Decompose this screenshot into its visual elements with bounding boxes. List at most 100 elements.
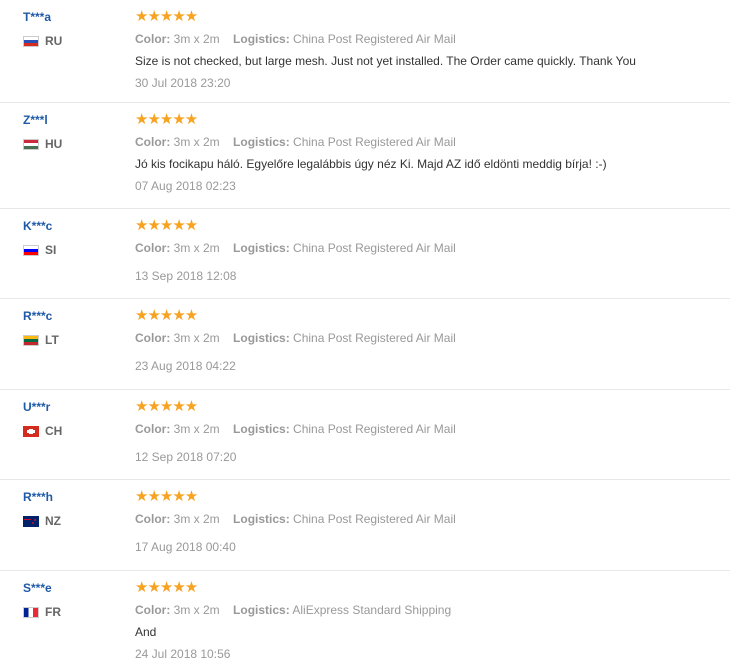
star-rating: ★★★★★ (135, 488, 198, 505)
nz-flag-icon (23, 515, 39, 527)
reviewer-country: NZ (23, 514, 123, 528)
reviewer-info: U***r CH (23, 400, 123, 438)
logistics-label: Logistics: (233, 512, 290, 526)
color-label: Color: (135, 32, 171, 46)
review-text: And (135, 625, 157, 639)
reviewer-country: RU (23, 34, 123, 48)
color-value: 3m x 2m (173, 512, 220, 526)
review-item: R***c LT ★★★★★ Color: 3m x 2m Logistics:… (0, 299, 730, 390)
reviewer-name[interactable]: R***h (23, 490, 123, 504)
review-content: ★★★★★ Color: 3m x 2m Logistics: China Po… (135, 111, 720, 194)
review-date: 17 Aug 2018 00:40 (135, 540, 236, 554)
logistics-value: China Post Registered Air Mail (293, 135, 456, 149)
country-code: CH (45, 424, 63, 438)
country-code: RU (45, 34, 63, 48)
star-rating: ★★★★★ (135, 307, 198, 324)
logistics-label: Logistics: (233, 135, 290, 149)
review-meta: Color: 3m x 2m Logistics: China Post Reg… (135, 134, 720, 150)
reviewer-country: FR (23, 605, 123, 619)
review-content: ★★★★★ Color: 3m x 2m Logistics: China Po… (135, 307, 720, 374)
logistics-value: China Post Registered Air Mail (293, 422, 456, 436)
review-meta: Color: 3m x 2m Logistics: China Post Reg… (135, 421, 720, 437)
fr-flag-icon (23, 606, 39, 618)
logistics-value: China Post Registered Air Mail (293, 241, 456, 255)
review-text: Jó kis focikapu háló. Egyelőre legalábbi… (135, 157, 607, 171)
review-text: Size is not checked, but large mesh. Jus… (135, 54, 636, 68)
star-rating: ★★★★★ (135, 217, 198, 234)
review-date: 24 Jul 2018 10:56 (135, 647, 231, 661)
reviewer-info: K***c SI (23, 219, 123, 257)
reviewer-country: CH (23, 424, 123, 438)
lt-flag-icon (23, 334, 39, 346)
review-content: ★★★★★ Color: 3m x 2m Logistics: China Po… (135, 217, 720, 284)
color-label: Color: (135, 603, 171, 617)
review-item: K***c SI ★★★★★ Color: 3m x 2m Logistics:… (0, 209, 730, 299)
reviewer-country: HU (23, 137, 123, 151)
review-date: 12 Sep 2018 07:20 (135, 450, 237, 464)
review-item: Z***l HU ★★★★★ Color: 3m x 2m Logistics:… (0, 103, 730, 209)
country-code: SI (45, 243, 57, 257)
reviewer-country: SI (23, 243, 123, 257)
review-meta: Color: 3m x 2m Logistics: China Post Reg… (135, 511, 720, 527)
logistics-label: Logistics: (233, 331, 290, 345)
reviewer-name[interactable]: Z***l (23, 113, 123, 127)
color-label: Color: (135, 135, 171, 149)
review-item: U***r CH ★★★★★ Color: 3m x 2m Logistics:… (0, 390, 730, 480)
country-code: LT (45, 333, 59, 347)
review-date: 30 Jul 2018 23:20 (135, 76, 231, 90)
reviewer-info: R***h NZ (23, 490, 123, 528)
ru-flag-icon (23, 35, 39, 47)
color-value: 3m x 2m (173, 331, 220, 345)
star-rating: ★★★★★ (135, 111, 198, 128)
country-code: NZ (45, 514, 61, 528)
reviewer-info: R***c LT (23, 309, 123, 347)
review-meta: Color: 3m x 2m Logistics: China Post Reg… (135, 240, 720, 256)
color-value: 3m x 2m (173, 241, 220, 255)
reviewer-info: Z***l HU (23, 113, 123, 151)
reviewer-name[interactable]: S***e (23, 581, 123, 595)
reviewer-name[interactable]: T***a (23, 10, 123, 24)
review-content: ★★★★★ Color: 3m x 2m Logistics: China Po… (135, 8, 720, 91)
review-content: ★★★★★ Color: 3m x 2m Logistics: China Po… (135, 488, 720, 555)
color-value: 3m x 2m (173, 32, 220, 46)
hu-flag-icon (23, 138, 39, 150)
reviewer-info: T***a RU (23, 10, 123, 48)
review-content: ★★★★★ Color: 3m x 2m Logistics: AliExpre… (135, 579, 720, 662)
logistics-value: China Post Registered Air Mail (293, 331, 456, 345)
color-label: Color: (135, 331, 171, 345)
reviewer-info: S***e FR (23, 581, 123, 619)
logistics-label: Logistics: (233, 422, 290, 436)
reviewer-name[interactable]: U***r (23, 400, 123, 414)
color-value: 3m x 2m (173, 135, 220, 149)
country-code: HU (45, 137, 63, 151)
review-item: R***h NZ ★★★★★ Color: 3m x 2m Logistics:… (0, 480, 730, 571)
star-rating: ★★★★★ (135, 398, 198, 415)
star-rating: ★★★★★ (135, 8, 198, 25)
review-meta: Color: 3m x 2m Logistics: China Post Reg… (135, 330, 720, 346)
review-item: T***a RU ★★★★★ Color: 3m x 2m Logistics:… (0, 0, 730, 103)
color-value: 3m x 2m (173, 603, 220, 617)
reviewer-name[interactable]: R***c (23, 309, 123, 323)
logistics-value: China Post Registered Air Mail (293, 32, 456, 46)
review-item: S***e FR ★★★★★ Color: 3m x 2m Logistics:… (0, 571, 730, 667)
logistics-value: AliExpress Standard Shipping (292, 603, 452, 617)
reviewer-name[interactable]: K***c (23, 219, 123, 233)
review-meta: Color: 3m x 2m Logistics: AliExpress Sta… (135, 602, 720, 618)
ch-flag-icon (23, 425, 39, 437)
reviewer-country: LT (23, 333, 123, 347)
color-label: Color: (135, 512, 171, 526)
star-rating: ★★★★★ (135, 579, 198, 596)
si-flag-icon (23, 244, 39, 256)
logistics-label: Logistics: (233, 603, 290, 617)
review-meta: Color: 3m x 2m Logistics: China Post Reg… (135, 31, 720, 47)
color-label: Color: (135, 241, 171, 255)
logistics-label: Logistics: (233, 241, 290, 255)
review-content: ★★★★★ Color: 3m x 2m Logistics: China Po… (135, 398, 720, 465)
color-label: Color: (135, 422, 171, 436)
country-code: FR (45, 605, 61, 619)
review-date: 07 Aug 2018 02:23 (135, 179, 236, 193)
review-date: 23 Aug 2018 04:22 (135, 359, 236, 373)
review-date: 13 Sep 2018 12:08 (135, 269, 237, 283)
logistics-value: China Post Registered Air Mail (293, 512, 456, 526)
logistics-label: Logistics: (233, 32, 290, 46)
